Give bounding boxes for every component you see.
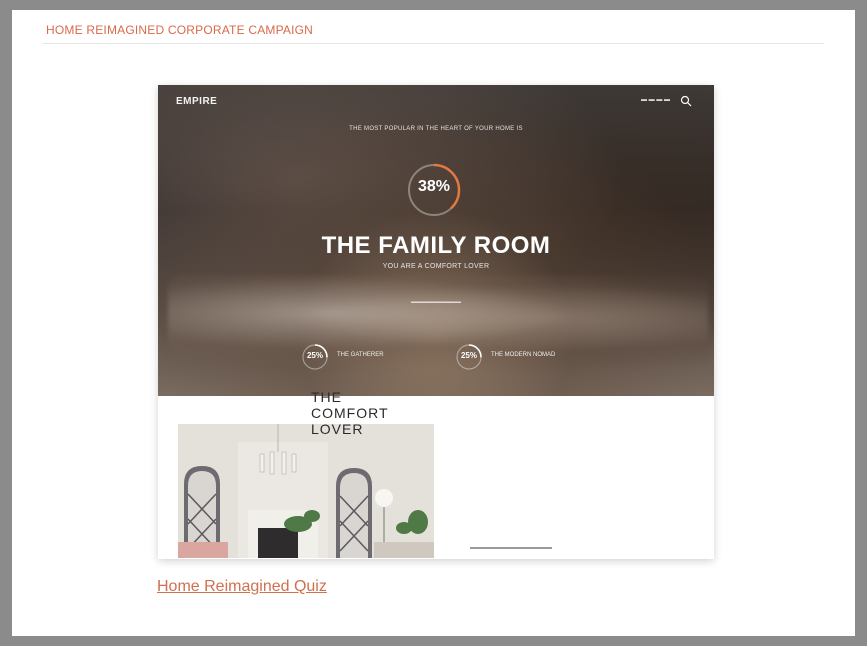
- result-divider: [470, 547, 552, 549]
- hero-title: THE FAMILY ROOM: [321, 232, 551, 259]
- hero-note: ▬▬▬▬▬▬▬▬▬▬: [411, 299, 461, 305]
- living-room-photo: [178, 424, 434, 558]
- hero-kicker: THE MOST POPULAR IN THE HEART OF YOUR HO…: [349, 126, 523, 132]
- result-heading-line: THE: [311, 389, 342, 405]
- hero-subtitle: YOU ARE A COMFORT LOVER: [382, 263, 490, 270]
- result-heading-line: LOVER: [311, 421, 364, 437]
- hero-book-image: [168, 275, 708, 370]
- stat-label: THE GATHERER: [337, 352, 384, 358]
- result-heading-line: COMFORT: [311, 405, 389, 421]
- quiz-link[interactable]: Home Reimagined Quiz: [157, 578, 327, 596]
- stat-label: THE MODERN NOMAD: [491, 352, 556, 358]
- brand-logo[interactable]: EMPIRE: [176, 96, 217, 107]
- stat-percent: 25%: [460, 351, 477, 360]
- stat-percent: 25%: [306, 351, 323, 360]
- result-heading: THE COMFORT LOVER: [311, 389, 389, 437]
- hero-banner: EMPIRE ▬ ▬ ▬ ▬ THE MOST POPULAR IN THE H…: [158, 85, 714, 396]
- page-title: HOME REIMAGINED CORPORATE CAMPAIGN: [46, 23, 314, 37]
- main-percent: 38%: [417, 178, 451, 195]
- nav-menu[interactable]: ▬ ▬ ▬ ▬: [641, 97, 670, 103]
- search-icon[interactable]: [680, 95, 692, 107]
- title-divider: [42, 43, 824, 44]
- living-room-image: [178, 424, 434, 558]
